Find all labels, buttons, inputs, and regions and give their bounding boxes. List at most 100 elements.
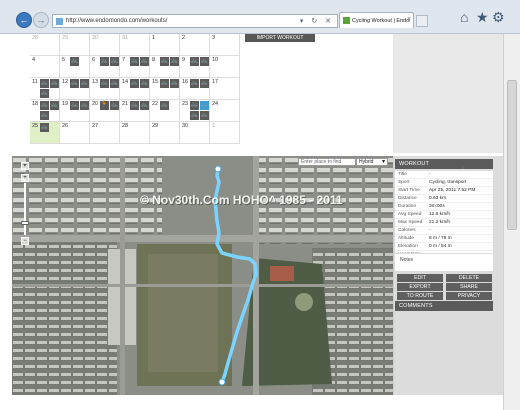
calendar-day[interactable]: 6 🚲 🚲 [90, 56, 120, 78]
map-pan-control-icon[interactable]: ⌖ [21, 162, 29, 170]
map-zoom-control[interactable]: ⌖ + − [16, 160, 34, 248]
calendar-day[interactable]: 28 [120, 122, 150, 144]
calendar-day[interactable]: 19 🚲 🚲 [60, 100, 90, 122]
calendar-day[interactable]: 29 [150, 122, 180, 144]
home-icon[interactable]: ⌂ [460, 9, 468, 25]
cycling-workout-icon[interactable]: 🚲 [40, 89, 49, 98]
cycling-workout-icon[interactable]: 🚲 [40, 123, 49, 132]
calendar-day[interactable]: 25 🚲 [30, 122, 60, 144]
cycling-workout-icon[interactable]: 🚲 [160, 79, 169, 88]
cycling-workout-icon[interactable]: 🚲 [80, 79, 89, 88]
cycling-workout-icon[interactable]: 🚲 [190, 57, 199, 66]
cycling-workout-icon[interactable]: 🚲 [160, 57, 169, 66]
cycling-workout-icon[interactable]: 🚲 [130, 101, 139, 110]
calendar-day[interactable]: 29 [60, 34, 90, 56]
calendar-day[interactable]: 17 [210, 78, 240, 100]
cycling-workout-icon[interactable]: 🚲 [70, 101, 79, 110]
cycling-workout-icon[interactable]: 🚲 [100, 57, 109, 66]
cycling-workout-icon[interactable]: 🚲 [200, 79, 209, 88]
calendar-day[interactable]: 26 [60, 122, 90, 144]
calendar-day[interactable]: 2 [180, 34, 210, 56]
map-type-select[interactable]: Hybrid [356, 158, 388, 166]
cycling-workout-icon[interactable]: 🚲 [110, 57, 119, 66]
cycling-workout-icon[interactable]: 🚲 [140, 57, 149, 66]
cycling-workout-icon[interactable]: 🚲 [190, 111, 199, 120]
address-url[interactable]: http://www.endomondo.com/workouts/ [66, 18, 167, 24]
cycling-workout-icon[interactable]: 🚲 [70, 57, 79, 66]
cycling-workout-icon[interactable]: 🚲 [190, 79, 199, 88]
favorites-star-icon[interactable]: ★ [476, 9, 489, 26]
cycling-workout-icon[interactable]: 🚲 [40, 101, 49, 110]
calendar-day[interactable]: 23🚲🚲🚲🚲🚲 [180, 100, 219, 122]
back-button[interactable]: ← [16, 12, 32, 28]
privacy-button[interactable]: PRIVACY [446, 292, 492, 300]
calendar-day[interactable]: 20 🏃 🚲 [90, 100, 120, 122]
calendar-day[interactable]: 11🚲🚲🚲🚲 [30, 78, 69, 100]
map-search-input[interactable]: Enter place to find [298, 158, 356, 166]
calendar-day[interactable]: 27 [90, 122, 120, 144]
cycling-workout-icon[interactable]: 🚲 [130, 57, 139, 66]
cycling-workout-icon[interactable]: 🚲 [190, 101, 199, 110]
cycling-workout-icon[interactable]: 🚲 [50, 101, 59, 110]
cycling-workout-icon[interactable]: 🚲 [140, 101, 149, 110]
cycling-workout-icon[interactable]: 🚲 [170, 57, 179, 66]
cycling-workout-icon[interactable]: 🚲 [200, 101, 209, 110]
cycling-workout-icon[interactable]: 🚲 [160, 101, 169, 110]
calendar-day[interactable]: 4 [30, 56, 60, 78]
calendar-day[interactable]: 1 [210, 122, 240, 144]
edit-button[interactable]: EDIT [397, 274, 443, 282]
calendar-day[interactable]: 14 🚲 🚲 [120, 78, 150, 100]
cycling-workout-icon[interactable]: 🚲 [40, 79, 49, 88]
vertical-scrollbar[interactable] [503, 34, 520, 410]
calendar-day[interactable]: 3 [210, 34, 240, 56]
calendar-day[interactable]: 31 [120, 34, 150, 56]
calendar-day[interactable]: 22 🚲 [150, 100, 180, 122]
address-bar[interactable]: http://www.endomondo.com/workouts/ ▾ ↻ ✕ [52, 14, 338, 28]
calendar-day[interactable]: 5 🚲 [60, 56, 90, 78]
calendar-day[interactable]: 13 🚲 🚲 [90, 78, 120, 100]
cycling-workout-icon[interactable]: 🚲 [200, 57, 209, 66]
new-tab-button[interactable] [416, 15, 428, 27]
import-workout-button[interactable]: IMPORT WORKOUT [245, 34, 315, 42]
calendar-day[interactable]: 18🚲🚲🚲🚲 [30, 100, 69, 122]
comments-header[interactable]: COMMENTS [395, 301, 493, 311]
workout-map[interactable]: © Nov30th.Com HOHO^ 1985 - 2011 Enter pl… [12, 156, 393, 395]
calendar-day[interactable]: 12 🚲 🚲 [60, 78, 90, 100]
export-button[interactable]: EXPORT [397, 283, 443, 291]
workout-header[interactable]: WORKOUT [395, 159, 493, 169]
zoom-slider-knob[interactable] [21, 221, 29, 225]
zoom-out-button[interactable]: − [21, 237, 29, 245]
cycling-workout-icon[interactable]: 🚲 [170, 79, 179, 88]
to-route-button[interactable]: TO ROUTE [397, 292, 443, 300]
calendar-day[interactable]: 1 [150, 34, 180, 56]
share-button[interactable]: SHARE [446, 283, 492, 291]
calendar-day[interactable]: 9 🚲 🚲 [180, 56, 210, 78]
calendar-day[interactable]: 16 🚲 🚲 [180, 78, 210, 100]
settings-gear-icon[interactable]: ⚙ [492, 9, 505, 26]
close-tab-icon[interactable]: × [407, 16, 411, 23]
zoom-slider-track[interactable] [24, 183, 26, 235]
cycling-workout-icon[interactable]: 🚲 [70, 79, 79, 88]
calendar-day[interactable]: 15 🚲 🚲 [150, 78, 180, 100]
cycling-workout-icon[interactable]: 🚲 [110, 101, 119, 110]
cycling-workout-icon[interactable]: 🚲 [80, 101, 89, 110]
cycling-workout-icon[interactable]: 🚲 [140, 79, 149, 88]
calendar-day[interactable]: 30 [90, 34, 120, 56]
calendar-day[interactable]: 30 [180, 122, 210, 144]
cycling-workout-icon[interactable]: 🚲 [110, 79, 119, 88]
cycling-workout-icon[interactable]: 🚲 [130, 79, 139, 88]
calendar-day[interactable]: 7 🚲 🚲 [120, 56, 150, 78]
calendar-day[interactable]: 28 [30, 34, 60, 56]
address-controls[interactable]: ▾ ↻ ✕ [300, 17, 334, 25]
calendar-day[interactable]: 8 🚲 🚲 [150, 56, 180, 78]
cycling-workout-icon[interactable]: 🚲 [100, 79, 109, 88]
running-workout-icon[interactable]: 🏃 [100, 101, 109, 110]
delete-button[interactable]: DELETE [446, 274, 492, 282]
scroll-thumb[interactable] [507, 80, 517, 230]
calendar-day[interactable]: 24 [210, 100, 240, 122]
cycling-workout-icon[interactable]: 🚲 [40, 111, 49, 120]
calendar-day[interactable]: 21 🚲 🚲 [120, 100, 150, 122]
calendar-day[interactable]: 10 [210, 56, 240, 78]
cycling-workout-icon[interactable]: 🚲 [200, 111, 209, 120]
notes-box[interactable]: Notes [395, 253, 493, 271]
